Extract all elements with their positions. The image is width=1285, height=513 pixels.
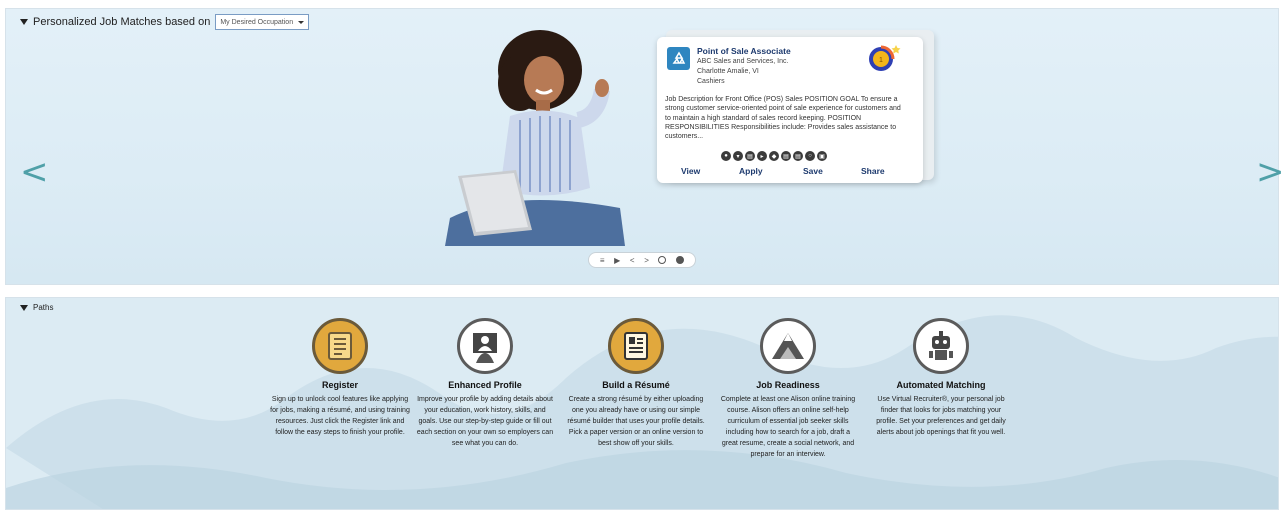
chevron-right-icon[interactable]: > — [644, 256, 649, 265]
path-title[interactable]: Build a Résumé — [566, 380, 706, 390]
document-icon[interactable] — [312, 318, 368, 374]
view-button[interactable]: View — [681, 166, 700, 176]
feature-icon: ▤ — [793, 151, 803, 161]
path-register: Register Sign up to unlock cool features… — [270, 318, 410, 438]
occupation-select[interactable]: My Desired Occupation — [215, 14, 310, 30]
carousel-next-arrow[interactable]: > — [1256, 155, 1285, 189]
person-with-laptop-image — [445, 30, 625, 246]
path-build-resume: Build a Résumé Create a strong résumé by… — [566, 318, 706, 449]
path-enhanced-profile: Enhanced Profile Improve your profile by… — [415, 318, 555, 449]
path-description: Sign up to unlock cool features like app… — [270, 396, 410, 436]
feature-icon: ▣ — [817, 151, 827, 161]
path-title[interactable]: Register — [270, 380, 410, 390]
feature-icon: ○ — [805, 151, 815, 161]
chevron-down-icon — [298, 20, 305, 24]
collapse-triangle-icon[interactable] — [20, 304, 28, 311]
match-score-badge-icon: 1 — [869, 45, 901, 71]
resume-icon[interactable] — [608, 318, 664, 374]
recycle-logo-icon — [667, 47, 690, 70]
paths-panel: Paths Register Sign up to unlock cool fe… — [5, 297, 1279, 510]
save-button[interactable]: Save — [803, 166, 823, 176]
job-matches-title: Personalized Job Matches based on — [33, 16, 211, 28]
path-description: Complete at least one Alison online trai… — [720, 396, 856, 458]
job-company: ABC Sales and Services, Inc. — [697, 58, 789, 65]
feature-icon: ▾ — [733, 151, 743, 161]
feature-icon: ◆ — [769, 151, 779, 161]
share-button[interactable]: Share — [861, 166, 885, 176]
job-description: Job Description for Front Office (POS) S… — [665, 96, 901, 141]
job-feature-icons: ● ▾ ▤ ▸ ◆ ▤ ▤ ○ ▣ — [721, 151, 827, 161]
path-title[interactable]: Job Readiness — [718, 380, 858, 390]
chevron-left-icon[interactable]: < — [630, 256, 635, 265]
job-title[interactable]: Point of Sale Associate — [697, 46, 791, 56]
collapse-triangle-icon[interactable] — [20, 19, 28, 25]
job-matches-panel: Personalized Job Matches based on My Des… — [5, 8, 1285, 285]
carousel-controls: ≡ ▶ < > — [588, 252, 696, 268]
carousel-dot[interactable] — [658, 256, 667, 264]
job-matches-header[interactable]: Personalized Job Matches based on My Des… — [20, 14, 310, 30]
path-job-readiness: Job Readiness Complete at least one Alis… — [718, 318, 858, 460]
carousel-dot-active[interactable] — [676, 256, 685, 264]
feature-icon: ● — [721, 151, 731, 161]
list-icon[interactable]: ≡ — [600, 256, 605, 265]
svg-text:1: 1 — [879, 57, 883, 64]
person-icon[interactable] — [457, 318, 513, 374]
carousel-prev-arrow[interactable]: < — [20, 155, 49, 189]
feature-icon: ▸ — [757, 151, 767, 161]
apply-button[interactable]: Apply — [739, 166, 763, 176]
feature-icon: ▤ — [781, 151, 791, 161]
paths-header[interactable]: Paths — [20, 303, 53, 312]
job-category: Cashiers — [697, 78, 725, 85]
job-location: Charlotte Amalie, VI — [697, 68, 759, 75]
mountain-icon[interactable] — [760, 318, 816, 374]
path-automated-matching: Automated Matching Use Virtual Recruiter… — [871, 318, 1011, 438]
paths-title: Paths — [33, 303, 54, 312]
path-description: Create a strong résumé by either uploadi… — [567, 396, 705, 447]
robot-icon[interactable] — [913, 318, 969, 374]
feature-icon: ▤ — [745, 151, 755, 161]
path-title[interactable]: Automated Matching — [871, 380, 1011, 390]
path-description: Improve your profile by adding details a… — [416, 396, 554, 447]
job-card: Point of Sale Associate ABC Sales and Se… — [657, 37, 923, 183]
path-description: Use Virtual Recruiter®, your personal jo… — [876, 396, 1006, 436]
play-icon[interactable]: ▶ — [614, 256, 620, 265]
path-title[interactable]: Enhanced Profile — [415, 380, 555, 390]
